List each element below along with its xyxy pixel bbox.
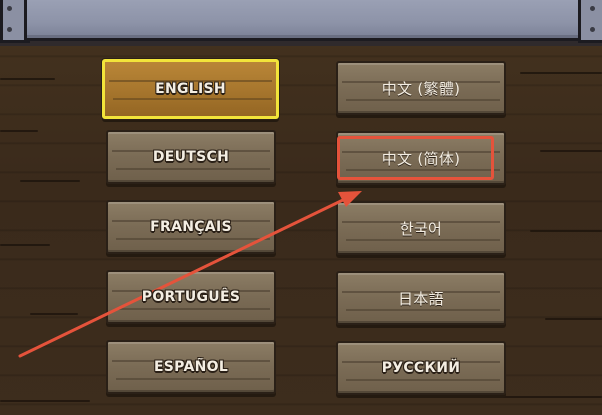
- language-button-japanese[interactable]: 日本語: [336, 271, 506, 325]
- right-bolt-plate: [578, 0, 602, 43]
- language-button-english[interactable]: ENGLISH: [102, 59, 279, 119]
- language-button-chinese-traditional[interactable]: 中文 (繁體): [336, 61, 506, 115]
- bolt-icon: [590, 6, 595, 11]
- language-label: ENGLISH: [155, 81, 226, 97]
- language-label: 中文 (繁體): [381, 79, 461, 98]
- bolt-icon: [7, 6, 12, 11]
- language-button-deutsch[interactable]: DEUTSCH: [106, 130, 276, 184]
- language-label: FRANÇAIS: [150, 219, 232, 235]
- wood-crack: [0, 78, 55, 80]
- wood-crack: [0, 244, 50, 246]
- wood-crack: [500, 396, 602, 398]
- language-button-francais[interactable]: FRANÇAIS: [106, 200, 276, 254]
- wood-crack: [0, 130, 38, 132]
- language-label: ESPAÑOL: [153, 359, 229, 375]
- bolt-icon: [590, 27, 595, 32]
- language-button-espanol[interactable]: ESPAÑOL: [106, 340, 276, 394]
- wood-crack: [20, 180, 80, 182]
- wood-crack: [0, 400, 90, 402]
- wood-crack: [30, 313, 78, 315]
- wood-crack: [545, 318, 602, 320]
- language-label: PORTUGUÊS: [141, 289, 241, 305]
- wood-background: [0, 0, 602, 415]
- language-label: 中文 (简体): [381, 149, 461, 168]
- wood-crack: [520, 72, 602, 74]
- language-label: РУССКИЙ: [381, 360, 461, 376]
- top-metal-bar: [0, 0, 602, 46]
- top-bar-panel: [24, 0, 590, 41]
- language-label: 日本語: [398, 289, 444, 308]
- bolt-icon: [7, 27, 12, 32]
- language-label: 한국어: [399, 219, 443, 238]
- language-button-korean[interactable]: 한국어: [336, 201, 506, 255]
- language-label: DEUTSCH: [152, 149, 230, 165]
- wood-crack: [530, 230, 602, 232]
- language-button-russian[interactable]: РУССКИЙ: [336, 341, 506, 395]
- language-button-portugues[interactable]: PORTUGUÊS: [106, 270, 276, 324]
- wood-crack: [540, 150, 602, 152]
